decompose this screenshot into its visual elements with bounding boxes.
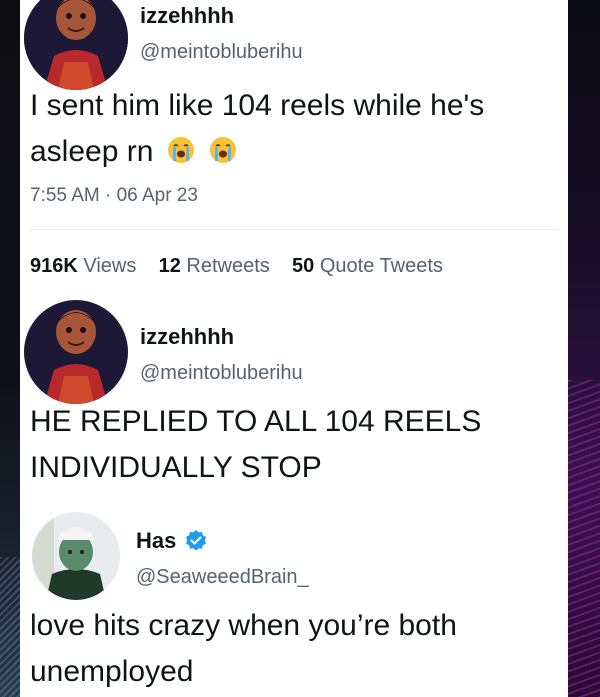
retweets-label[interactable]: Retweets <box>186 255 269 277</box>
tweet-text-line-2: unemployed <box>30 655 194 688</box>
tweet-1[interactable]: izzehhhh @meintobluberihu I sent him lik… <box>20 0 568 300</box>
tweet-text-line-2: asleep rn <box>30 132 238 175</box>
avatar-izzehhhh[interactable] <box>24 300 128 404</box>
avatar-has[interactable] <box>32 512 120 600</box>
tweet-text-line-2: INDIVIDUALLY STOP <box>30 451 322 484</box>
author-name[interactable]: izzehhhh <box>140 324 234 350</box>
loudly-crying-face-emoji <box>208 135 238 175</box>
divider <box>30 229 558 230</box>
quote-tweets-label[interactable]: Quote Tweets <box>320 255 443 277</box>
tweet-2[interactable]: izzehhhh @meintobluberihu HE REPLIED TO … <box>20 300 568 500</box>
background-left-edge <box>0 0 20 697</box>
author-handle[interactable]: @meintobluberihu <box>140 362 303 385</box>
tweet-timestamp[interactable]: 7:55 AM · 06 Apr 23 <box>30 185 198 207</box>
views-label: Views <box>83 255 137 277</box>
loudly-crying-face-emoji <box>166 135 196 175</box>
avatar-izzehhhh[interactable] <box>24 0 128 90</box>
tweet-text-line-1: love hits crazy when you’re both <box>30 609 457 642</box>
background-right-edge <box>568 0 600 697</box>
tweet-text-line-1: HE REPLIED TO ALL 104 REELS <box>30 405 482 438</box>
tweet-thread-card: izzehhhh @meintobluberihu I sent him lik… <box>20 0 568 697</box>
retweets-count[interactable]: 12 <box>159 255 181 277</box>
author-name[interactable]: Has <box>136 528 176 554</box>
author-handle[interactable]: @meintobluberihu <box>140 41 303 64</box>
verified-badge-icon <box>184 529 208 558</box>
tweet-stats: 916K Views 12 Retweets 50 Quote Tweets <box>30 255 443 278</box>
quote-tweets-count[interactable]: 50 <box>292 255 314 277</box>
tweet-text-line-1: I sent him like 104 reels while he's <box>30 89 485 122</box>
tweet-text-span: asleep rn <box>30 135 154 168</box>
author-handle[interactable]: @SeaweeedBrain_ <box>136 566 309 589</box>
views-count: 916K <box>30 255 78 277</box>
author-name[interactable]: izzehhhh <box>140 3 234 29</box>
tweet-3[interactable]: Has @SeaweeedBrain_ love hits crazy when… <box>20 500 568 697</box>
